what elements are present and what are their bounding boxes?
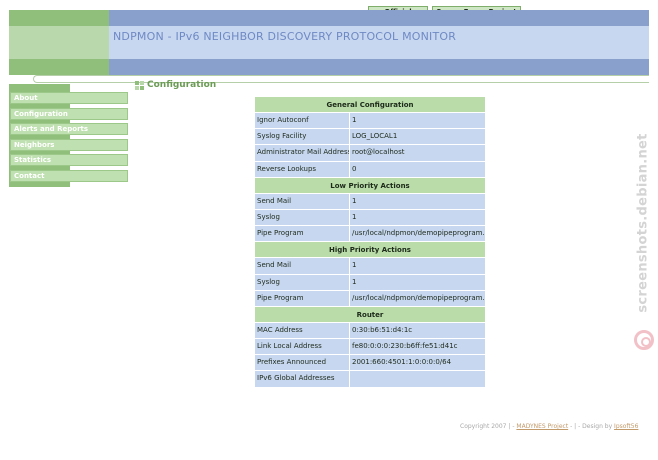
table-row: Syslog 1: [255, 274, 485, 291]
row-key: Syslog: [255, 209, 350, 226]
footer-design-by: - | - Design by: [568, 423, 615, 430]
header-curve-divider: [33, 75, 649, 83]
row-key: Syslog: [255, 274, 350, 290]
designer-link[interactable]: Ipsoft56: [614, 423, 638, 430]
table-row: Link Local Address fe80:0:0:0:230:b6ff:fe…: [255, 339, 485, 356]
sidebar-item-about[interactable]: About: [10, 92, 128, 104]
row-value: LOG_LOCAL1: [350, 129, 485, 145]
header-blue-bar-top: [109, 10, 649, 26]
row-key: Send Mail: [255, 193, 350, 209]
row-value: fe80:0:0:0:230:b6ff:fe51:d41c: [350, 339, 485, 355]
table-row: Syslog Facility LOG_LOCAL1: [255, 129, 485, 146]
table-row: Send Mail 1: [255, 193, 485, 210]
row-key: Send Mail: [255, 258, 350, 274]
grid-icon: [135, 80, 144, 90]
row-value: 1: [350, 258, 485, 274]
configuration-table: General Configuration Ignor Autoconf 1 Sy…: [255, 97, 485, 388]
section-router: Router: [255, 306, 485, 323]
row-value: 0: [350, 161, 485, 177]
sidebar-item-statistics[interactable]: Statistics: [10, 154, 128, 166]
header-green-block: [9, 26, 109, 59]
row-value: root@localhost: [350, 145, 485, 161]
row-value: 2001:660:4501:1:0:0:0:0/64: [350, 355, 485, 371]
row-key: Syslog Facility: [255, 129, 350, 145]
section-high-priority: High Priority Actions: [255, 242, 485, 259]
row-value: /usr/local/ndpmon/demopipeprogram.pl: [350, 226, 485, 242]
header-green-bar-top: [9, 10, 109, 26]
table-row: MAC Address 0:30:b6:51:d4:1c: [255, 322, 485, 340]
table-row: Send Mail 1: [255, 258, 485, 275]
table-row: Prefixes Announced 2001:660:4501:1:0:0:0:…: [255, 355, 485, 372]
sidebar-item-neighbors[interactable]: Neighbors: [10, 139, 128, 151]
row-value: 1: [350, 274, 485, 290]
footer-copyright: Copyright 2007 | -: [460, 423, 517, 430]
row-key: Prefixes Announced: [255, 355, 350, 371]
row-key: Administrator Mail Address: [255, 145, 350, 161]
row-value: [350, 371, 485, 387]
table-row: Syslog 1: [255, 209, 485, 227]
row-value: 0:30:b6:51:d4:1c: [350, 322, 485, 339]
row-value: /usr/local/ndpmon/demopipeprogram.pl: [350, 290, 485, 306]
page-heading: Configuration: [135, 80, 216, 90]
row-value: 1: [350, 113, 485, 129]
row-value: 1: [350, 209, 485, 226]
watermark: screenshots.debian.net: [630, 118, 656, 328]
table-row: Reverse Lookups 0: [255, 161, 485, 178]
row-key: IPv6 Global Addresses: [255, 371, 350, 387]
table-row: Pipe Program/usr/local/ndpmon/demopipepr…: [255, 290, 485, 307]
header-green-bar-bottom: [9, 59, 109, 75]
watermark-text: screenshots.debian.net: [635, 133, 651, 313]
row-value: 1: [350, 193, 485, 209]
sidebar-item-configuration[interactable]: Configuration: [10, 108, 128, 120]
site-title: NDPMON - IPv6 NEIGHBOR DISCOVERY PROTOCO…: [113, 30, 457, 43]
section-low-priority: Low Priority Actions: [255, 177, 485, 194]
sidebar-item-alerts-reports[interactable]: Alerts and Reports: [10, 123, 128, 135]
madynes-link[interactable]: MADYNES Project: [516, 423, 568, 430]
sidebar-item-contact[interactable]: Contact: [10, 170, 128, 182]
row-key: Reverse Lookups: [255, 161, 350, 177]
table-row: IPv6 Global Addresses: [255, 371, 485, 388]
row-key: MAC Address: [255, 322, 350, 339]
row-key: Pipe Program: [255, 226, 350, 242]
row-key: Pipe Program: [255, 290, 350, 306]
section-general: General Configuration: [255, 97, 485, 113]
table-row: Pipe Program/usr/local/ndpmon/demopipepr…: [255, 226, 485, 243]
footer: Copyright 2007 | - MADYNES Project - | -…: [460, 423, 638, 430]
row-key: Ignor Autoconf: [255, 113, 350, 129]
debian-swirl-icon: [634, 330, 654, 350]
page-title: Configuration: [147, 80, 217, 90]
table-row: Ignor Autoconf 1: [255, 113, 485, 130]
row-key: Link Local Address: [255, 339, 350, 355]
table-row: Administrator Mail Address root@localhost: [255, 145, 485, 162]
header-blue-bar-bottom: [109, 59, 649, 75]
